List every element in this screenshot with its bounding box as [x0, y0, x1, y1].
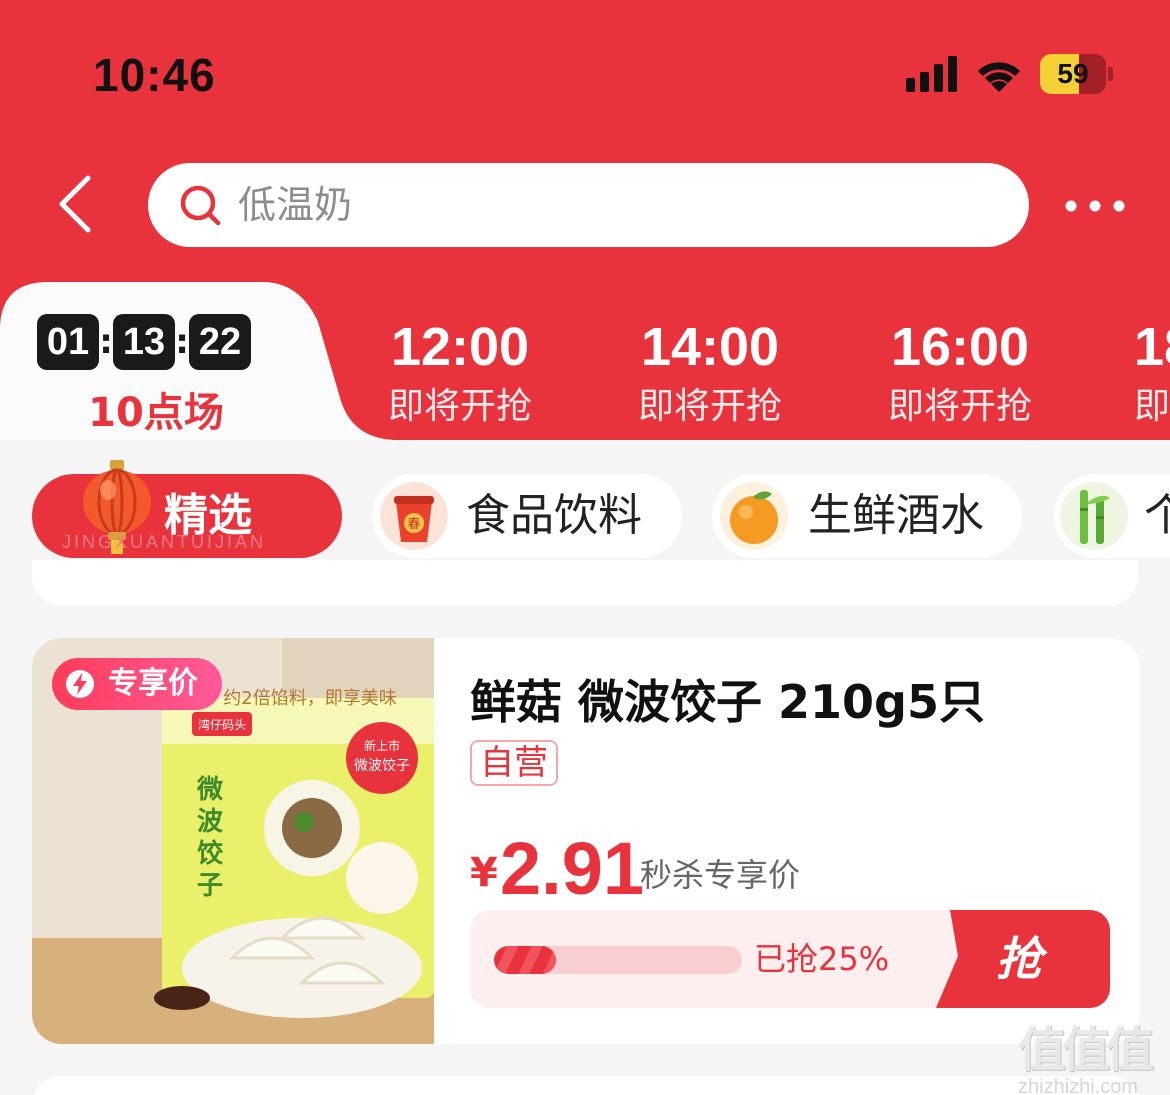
- svg-text:春: 春: [407, 517, 420, 532]
- active-session-label[interactable]: 10点场: [37, 380, 275, 438]
- wifi-icon: [978, 62, 1020, 92]
- orange-icon: [720, 482, 788, 550]
- more-icon[interactable]: [1060, 194, 1130, 218]
- grab-button-label: 抢: [996, 932, 1042, 986]
- next-product-card: [32, 1076, 1140, 1095]
- package-name-4: 子: [197, 871, 223, 901]
- battery-indicator: 59: [1040, 54, 1114, 94]
- session-time: 16:00: [890, 317, 1030, 377]
- battery-tip: [1108, 67, 1113, 81]
- countdown-colon: :: [99, 322, 113, 362]
- exclusive-price-badge: 专享价: [52, 658, 222, 710]
- session-status: 即: [1134, 386, 1170, 427]
- cup-icon: 春: [380, 482, 448, 550]
- countdown-seconds: 22: [189, 314, 251, 370]
- category-label: 生鲜酒水: [808, 490, 984, 541]
- back-arrow-icon[interactable]: [50, 172, 100, 236]
- session-time: 12:00: [390, 317, 530, 377]
- badge-label: 专享价: [108, 666, 198, 701]
- search-icon: [180, 185, 221, 226]
- watermark-logo: 值值值: [1018, 1022, 1154, 1078]
- status-time: 10:46: [93, 49, 216, 101]
- package-new-tag: 新上市: [364, 738, 400, 753]
- watermark: 值值值 zhizhizhi.com: [1018, 1010, 1168, 1095]
- session-tab-1200[interactable]: 12:00 即将开抢: [370, 316, 550, 432]
- product-card[interactable]: 湾仔码头 微 波 饺 子 新上市 微波饺子 半，约2倍馅料，即享美味 专享价 鲜…: [32, 638, 1140, 1044]
- package-name-1: 微: [196, 774, 223, 805]
- category-label: 食品饮料: [466, 490, 642, 541]
- bamboo-icon: [1060, 482, 1128, 550]
- product-price: 2.91: [500, 827, 645, 910]
- lightning-clock-icon: [66, 670, 94, 698]
- countdown-hours: 01: [37, 314, 99, 370]
- countdown-minutes: 13: [113, 314, 175, 370]
- category-sub-label: JINGXUANTUIJIAN: [62, 532, 267, 552]
- package-name-3: 饺: [197, 838, 224, 869]
- price-label: 秒杀专享价: [640, 856, 801, 894]
- countdown-colon: :: [175, 322, 189, 362]
- sold-progress-fill: [494, 946, 556, 974]
- category-pill-food-drinks[interactable]: 春 食品饮料: [372, 474, 682, 558]
- session-tab-1800[interactable]: 18 即: [1134, 316, 1170, 432]
- package-brand: 湾仔码头: [198, 717, 246, 732]
- product-image[interactable]: 湾仔码头 微 波 饺 子 新上市 微波饺子 半，约2倍馅料，即享美味 专享价: [32, 638, 434, 1044]
- product-title[interactable]: 鲜菇 微波饺子 210g5只: [470, 666, 985, 732]
- cellular-signal-icon: [906, 56, 957, 92]
- session-status: 即将开抢: [387, 386, 532, 427]
- session-status: 即将开抢: [887, 386, 1032, 427]
- session-time: 14:00: [640, 317, 780, 377]
- sold-progress-text: 已抢25%: [754, 940, 890, 978]
- session-time: 18: [1134, 317, 1170, 377]
- session-status: 即将开抢: [637, 386, 782, 427]
- category-label: 个: [1144, 490, 1170, 541]
- battery-percent: 59: [1057, 58, 1089, 89]
- search-placeholder: 低温奶: [238, 183, 353, 227]
- grab-button[interactable]: 抢: [936, 910, 1110, 1008]
- previous-product-card: [32, 560, 1138, 606]
- category-pill-fresh-liquor[interactable]: 生鲜酒水: [712, 474, 1022, 558]
- price-currency: ¥: [470, 850, 498, 896]
- search-input[interactable]: 低温奶: [148, 163, 1029, 247]
- session-countdown[interactable]: 01 : 13 : 22: [37, 314, 251, 370]
- package-name-2: 波: [197, 807, 224, 837]
- session-tab-1600[interactable]: 16:00 即将开抢: [870, 316, 1050, 432]
- category-pill-personal[interactable]: 个: [1054, 474, 1170, 558]
- sold-progress-bar: [494, 946, 742, 974]
- grab-bar[interactable]: 已抢25% 抢: [470, 910, 1110, 1008]
- category-pill-featured[interactable]: 精选 JINGXUANTUIJIAN: [32, 460, 342, 558]
- package-new-name: 微波饺子: [354, 758, 410, 774]
- session-tab-1400[interactable]: 14:00 即将开抢: [620, 316, 800, 432]
- self-operated-tag: 自营: [470, 740, 558, 786]
